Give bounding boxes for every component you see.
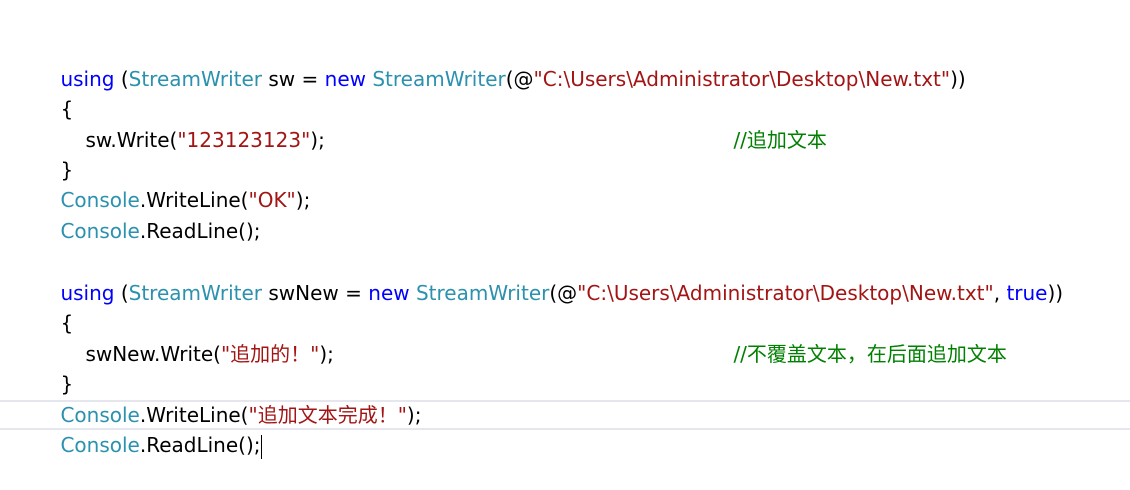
type-console: Console (60, 433, 140, 457)
writeline-close: ); (406, 403, 422, 427)
argument-open: (@ (505, 67, 534, 91)
write-call: sw.Write( (85, 128, 178, 152)
comment-text: //不覆盖文本，在后面追加文本 (733, 342, 1007, 366)
type-streamwriter-ctor: StreamWriter (372, 67, 506, 91)
path-string: "C:\Users\Administrator\Desktop\New.txt" (533, 67, 951, 91)
code-line-console-readline[interactable]: Console.ReadLine(); (35, 186, 260, 243)
type-streamwriter: StreamWriter (128, 281, 263, 305)
writeline-close: ); (295, 188, 311, 212)
comma: , (993, 281, 1007, 305)
write-string: "123123123" (177, 128, 311, 152)
code-line-console-writeline[interactable]: Console.WriteLine("OK"); (35, 155, 310, 212)
type-streamwriter: StreamWriter (128, 67, 263, 91)
write-call: swNew.Write( (85, 342, 221, 366)
code-line-console-writeline-2[interactable]: Console.WriteLine("追加文本完成！"); (35, 370, 421, 427)
readline-call: .ReadLine(); (139, 433, 261, 457)
code-line-sw-write[interactable]: sw.Write("123123123"); (60, 95, 324, 152)
write-string: "追加的！" (220, 342, 320, 366)
text-caret (261, 434, 263, 459)
comment-text: //追加文本 (733, 128, 827, 152)
code-line-console-readline-2[interactable]: Console.ReadLine(); (35, 400, 263, 459)
open-paren: ( (114, 281, 129, 305)
code-line-brace-close-2[interactable]: } (35, 339, 73, 396)
code-line-swnew-write[interactable]: swNew.Write("追加的！"); (60, 309, 333, 366)
code-comment-no-overwrite[interactable]: //不覆盖文本，在后面追加文本 (708, 309, 1006, 366)
code-line-using-sw[interactable]: using (StreamWriter sw = new StreamWrite… (35, 34, 965, 91)
writeline-string: "追加文本完成！" (248, 403, 407, 427)
type-console: Console (60, 219, 140, 243)
code-editor[interactable]: using (StreamWriter sw = new StreamWrite… (0, 0, 1130, 459)
keyword-true: true (1006, 281, 1048, 305)
argument-open: (@ (549, 281, 578, 305)
variable-declaration: sw = (262, 67, 325, 91)
code-comment-append[interactable]: //追加文本 (708, 95, 826, 152)
open-paren: ( (114, 67, 129, 91)
close-parens: )) (950, 67, 966, 91)
type-streamwriter-ctor: StreamWriter (415, 281, 550, 305)
variable-declaration: swNew = (262, 281, 369, 305)
write-close: ); (319, 342, 334, 366)
path-string: "C:\Users\Administrator\Desktop\New.txt" (577, 281, 994, 305)
code-line-brace-open-2[interactable]: { (35, 278, 73, 335)
keyword-new: new (368, 281, 410, 305)
code-line-using-swnew[interactable]: using (StreamWriter swNew = new StreamWr… (35, 248, 1063, 305)
close-parens: )) (1047, 281, 1064, 305)
code-line-brace-open[interactable]: { (35, 64, 73, 121)
code-line-brace-close[interactable]: } (35, 125, 73, 182)
keyword-new: new (324, 67, 366, 91)
write-close: ); (310, 128, 325, 152)
readline-call: .ReadLine(); (139, 219, 261, 243)
